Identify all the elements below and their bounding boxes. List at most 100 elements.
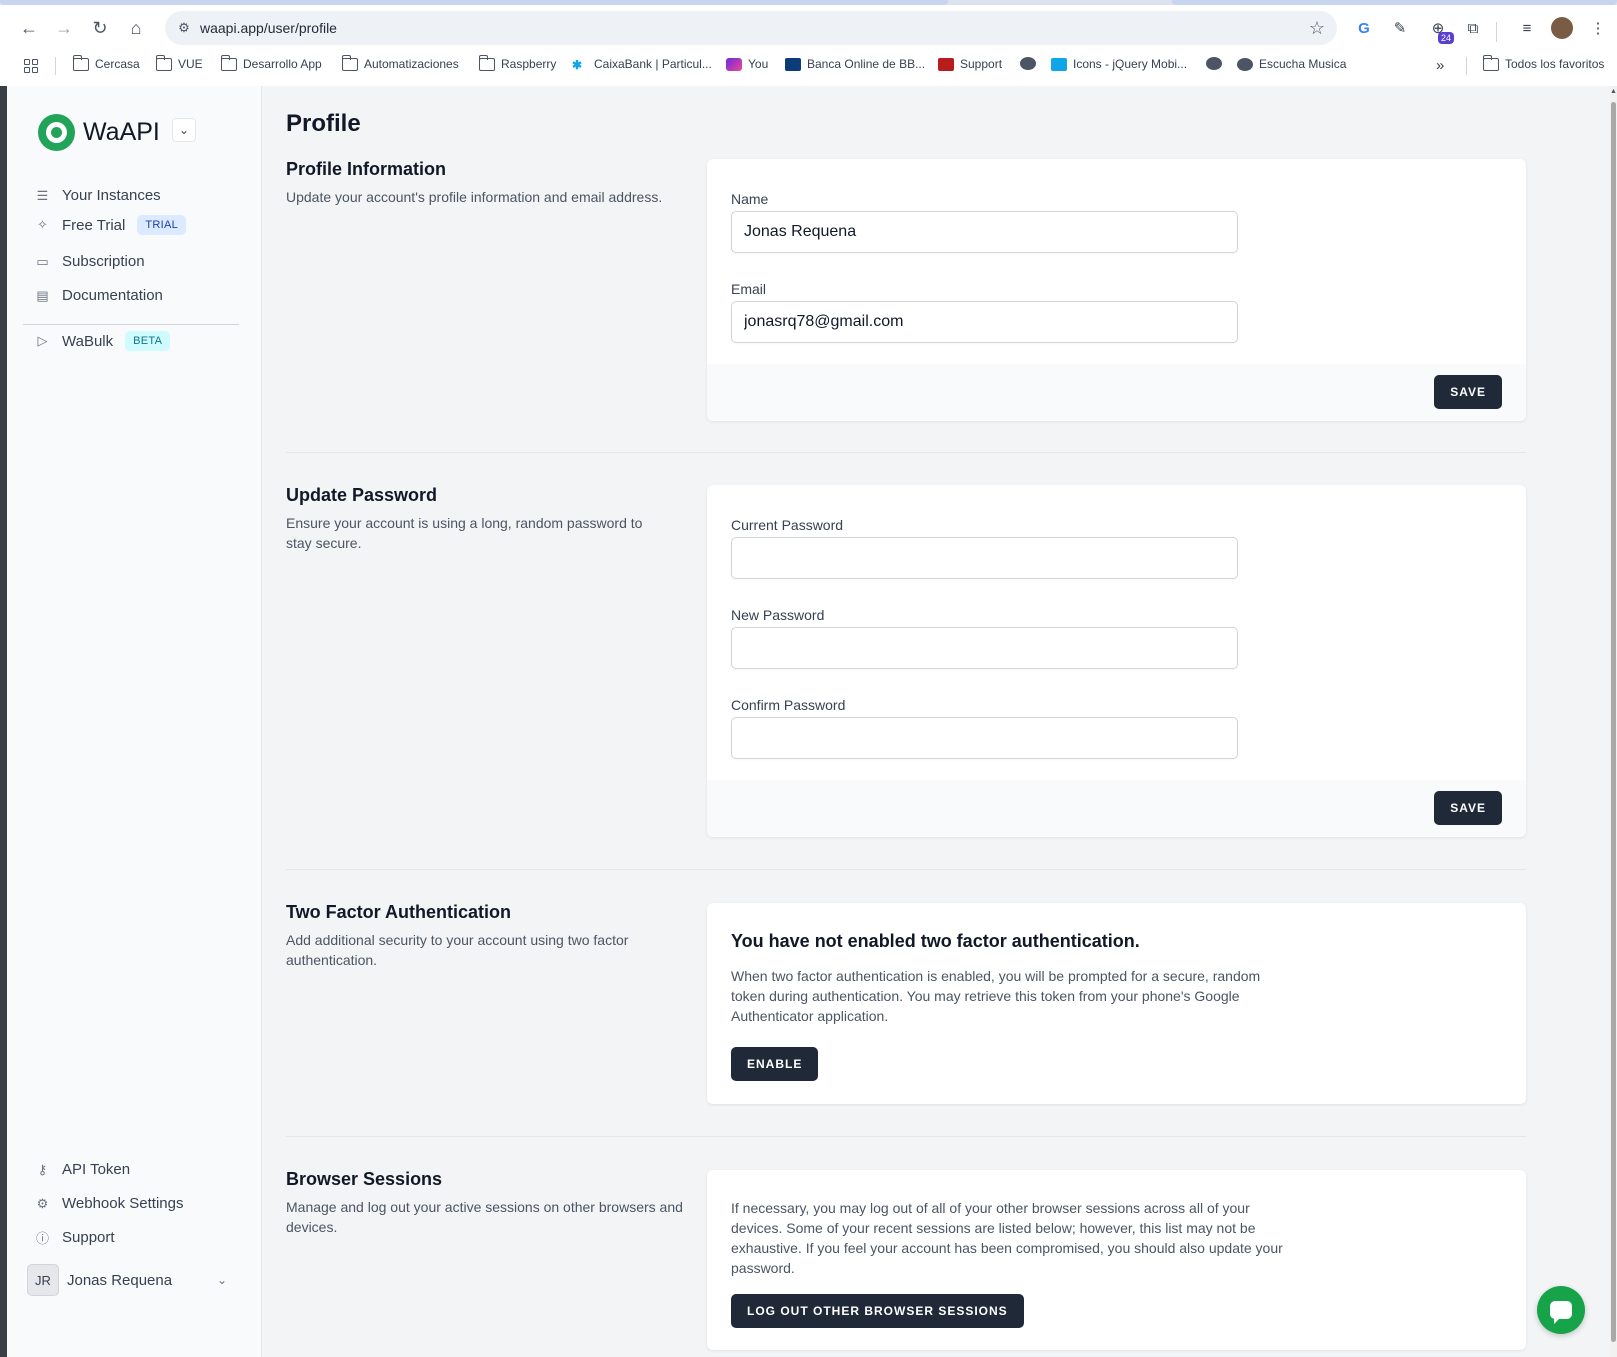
chevron-down-icon[interactable]: ⌄ <box>172 118 196 142</box>
folder-icon <box>341 54 358 71</box>
bookmark-link[interactable]: You <box>726 57 768 71</box>
folder-icon <box>220 54 237 71</box>
brand-name: WaAPI <box>83 118 160 146</box>
section-title-sessions: Browser Sessions <box>286 1169 443 1189</box>
bookmarks-bar: Cercasa VUE Desarrollo App Automatizacio… <box>0 53 1617 79</box>
save-profile-button[interactable]: SAVE <box>1434 375 1502 409</box>
bookmark-label: Escucha Musica <box>1259 57 1347 71</box>
sidebar-item-label: Documentation <box>62 287 163 304</box>
page-title: Profile <box>286 110 361 137</box>
sidebar-item-label: WaBulk <box>62 332 114 350</box>
bookmark-folder[interactable]: Raspberry <box>478 54 556 71</box>
sidebar-item-wabulk[interactable]: ▷ WaBulk BETA <box>35 331 171 351</box>
bookmark-label: CaixaBank | Particul... <box>594 57 712 71</box>
bookmark-folder[interactable]: Desarrollo App <box>220 54 322 71</box>
bookmark-folder[interactable]: Automatizaciones <box>341 54 459 71</box>
bookmark-label: Cercasa <box>95 57 140 71</box>
browser-toolbar: ← → ↻ ⌂ ⚙ waapi.app/user/profile ☆ G ✎ ⊕… <box>0 8 1617 48</box>
enable-two-factor-button[interactable]: ENABLE <box>731 1047 819 1081</box>
you-icon <box>726 57 742 71</box>
section-title-password: Update Password <box>286 485 438 505</box>
section-desc-password: Ensure your account is using a long, ran… <box>286 515 643 551</box>
credit-card-icon: ▭ <box>36 253 49 269</box>
sidebar-item-subscription[interactable]: ▭ Subscription <box>35 253 145 270</box>
browser-menu-icon[interactable]: ⋮ <box>1584 14 1612 42</box>
scrollbar-thumb[interactable] <box>1611 102 1616 1342</box>
scroll-up-arrow-icon[interactable]: ▲ <box>1610 88 1617 95</box>
bookmark-folder[interactable]: Cercasa <box>72 54 140 71</box>
sidebar-item-support[interactable]: ⓘ Support <box>35 1229 115 1246</box>
bookmark-label: Banca Online de BB... <box>807 57 926 71</box>
name-label: Name <box>731 191 769 207</box>
current-password-field[interactable] <box>731 537 1238 579</box>
globe-icon <box>1237 57 1253 71</box>
info-icon: ⓘ <box>35 1231 49 1246</box>
url-text[interactable]: waapi.app/user/profile <box>200 20 337 36</box>
bookmark-link[interactable]: Icons - jQuery Mobi... <box>1051 57 1187 71</box>
sidebar-item-webhook-settings[interactable]: ⚙ Webhook Settings <box>35 1195 184 1212</box>
section-divider <box>286 452 1526 453</box>
save-password-button[interactable]: SAVE <box>1434 791 1502 825</box>
extensions-puzzle-icon[interactable]: ⧉ <box>1459 14 1487 42</box>
chat-widget-button[interactable] <box>1537 1286 1585 1334</box>
bookmark-link[interactable]: Escucha Musica <box>1237 57 1346 71</box>
bookmark-label: VUE <box>178 57 203 71</box>
bookmark-folder[interactable]: VUE <box>155 54 203 71</box>
bookmarks-divider <box>55 57 56 75</box>
all-bookmarks-folder[interactable]: Todos los favoritos <box>1482 54 1605 71</box>
gear-icon: ⚙ <box>36 1195 49 1211</box>
sidebar-item-api-token[interactable]: ⚷ API Token <box>35 1161 130 1178</box>
sidebar-item-label: Subscription <box>62 253 145 270</box>
sessions-explanation: If necessary, you may log out of all of … <box>731 1200 1283 1276</box>
back-icon[interactable]: ← <box>15 14 43 42</box>
sidebar: WaAPI ⌄ ☰ Your Instances ✧ Free Trial TR… <box>7 86 262 1357</box>
browser-sessions-card: If necessary, you may log out of all of … <box>707 1170 1526 1350</box>
bookmark-link[interactable]: Banca Online de BB... <box>785 57 925 71</box>
send-icon: ▷ <box>37 333 48 348</box>
name-field[interactable] <box>731 211 1238 253</box>
new-password-field[interactable] <box>731 627 1238 669</box>
bbva-icon <box>785 57 801 71</box>
browser-chrome: ← → ↻ ⌂ ⚙ waapi.app/user/profile ☆ G ✎ ⊕… <box>0 0 1617 86</box>
media-control-icon[interactable]: ≡ <box>1513 14 1541 42</box>
user-menu[interactable]: JR Jonas Requena ⌄ <box>27 1263 237 1297</box>
email-field[interactable] <box>731 301 1238 343</box>
logout-other-sessions-button[interactable]: LOG OUT OTHER BROWSER SESSIONS <box>731 1294 1024 1328</box>
new-password-label: New Password <box>731 607 825 623</box>
page-scrollbar[interactable]: ▲ <box>1610 86 1617 1357</box>
pen-extension-icon[interactable]: ✎ <box>1386 14 1414 42</box>
bookmark-star-icon[interactable]: ☆ <box>1309 18 1325 39</box>
home-icon[interactable]: ⌂ <box>122 14 150 42</box>
apps-grid-icon[interactable] <box>24 59 38 73</box>
sidebar-item-free-trial[interactable]: ✧ Free Trial TRIAL <box>35 215 187 235</box>
tab-active-indicator[interactable] <box>0 0 948 5</box>
whatsapp-logo-icon <box>38 114 75 151</box>
reload-icon[interactable]: ↻ <box>86 14 114 42</box>
sidebar-item-label: Your Instances <box>62 187 161 204</box>
bookmark-link[interactable] <box>1206 57 1222 70</box>
bookmark-link[interactable]: ✱ CaixaBank | Particul... <box>572 57 712 72</box>
confirm-password-field[interactable] <box>731 717 1238 759</box>
current-password-label: Current Password <box>731 517 844 533</box>
bookmark-label: Todos los favoritos <box>1505 57 1605 71</box>
profile-avatar-icon[interactable] <box>1548 14 1576 42</box>
sidebar-item-instances[interactable]: ☰ Your Instances <box>35 187 161 204</box>
plus-extension-icon[interactable]: ⊕ 24 <box>1424 14 1454 44</box>
card-footer: SAVE <box>707 780 1526 837</box>
bookmarks-overflow-button[interactable]: » <box>1436 57 1444 74</box>
section-divider <box>286 869 1526 870</box>
bookmark-link[interactable]: Support <box>938 57 1002 71</box>
translate-extension-icon[interactable]: G <box>1350 14 1378 42</box>
brand-logo[interactable]: WaAPI <box>38 114 160 151</box>
tab-indicator[interactable] <box>1172 0 1617 5</box>
forward-icon[interactable]: → <box>50 14 78 42</box>
two-factor-status-heading: You have not enabled two factor authenti… <box>731 931 1140 951</box>
bookmark-link[interactable] <box>1020 57 1036 70</box>
page: WaAPI ⌄ ☰ Your Instances ✧ Free Trial TR… <box>7 86 1610 1357</box>
extension-badge: 24 <box>1437 32 1454 44</box>
bookmark-label: Support <box>960 57 1003 71</box>
site-settings-icon[interactable]: ⚙ <box>175 19 193 37</box>
address-bar[interactable]: ⚙ waapi.app/user/profile ☆ <box>165 11 1337 45</box>
card-footer: SAVE <box>707 364 1526 421</box>
sidebar-item-documentation[interactable]: ▤ Documentation <box>35 287 163 304</box>
